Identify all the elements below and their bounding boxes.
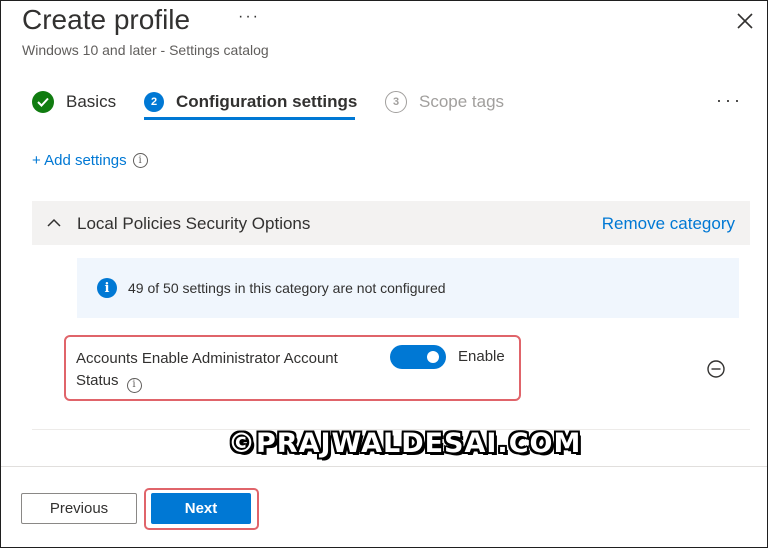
wizard-steps: Basics 2 Configuration settings 3 Scope … [30,84,750,124]
page-title: Create profile [22,4,191,35]
step-configuration-label: Configuration settings [176,92,358,111]
remove-category-link[interactable]: Remove category [602,214,735,234]
footer-divider [1,466,767,467]
add-settings-link[interactable]: + Add settings i [32,152,148,169]
step-number-badge: 3 [385,91,407,113]
chevron-up-icon[interactable] [46,215,62,231]
page-subtitle: Windows 10 and later - Settings catalog [22,42,269,58]
step-scope-label: Scope tags [419,92,505,111]
watermark: ©PRAJWALDESAI.COM [228,428,582,459]
title-more-button[interactable]: ··· [238,8,260,26]
add-settings-label: + Add settings [32,152,127,169]
setting-name: Accounts Enable Administrator Account St… [76,348,376,393]
previous-button[interactable]: Previous [21,493,137,524]
steps-more-button[interactable]: ··· [716,90,743,111]
step-configuration-settings[interactable]: 2 Configuration settings [144,84,357,120]
info-banner: i 49 of 50 settings in this category are… [77,258,739,318]
step-basics-label: Basics [66,92,117,111]
enable-toggle[interactable] [390,345,446,369]
info-icon[interactable]: i [132,153,148,168]
active-step-underline [144,117,355,120]
checkmark-icon [32,91,54,113]
category-title: Local Policies Security Options [77,214,311,233]
setting-name-label: Accounts Enable Administrator Account St… [76,350,338,389]
step-basics[interactable]: Basics [32,84,116,120]
info-icon[interactable]: i [126,377,142,393]
remove-setting-icon[interactable] [706,359,726,379]
info-icon: i [97,278,117,298]
close-icon[interactable] [734,10,756,32]
next-button[interactable]: Next [151,493,251,524]
info-banner-text: 49 of 50 settings in this category are n… [128,280,446,296]
toggle-knob [427,351,439,363]
step-scope-tags[interactable]: 3 Scope tags [385,84,504,120]
category-header[interactable]: Local Policies Security Options Remove c… [32,201,750,245]
step-number-badge: 2 [144,92,164,112]
toggle-label: Enable [458,348,505,365]
